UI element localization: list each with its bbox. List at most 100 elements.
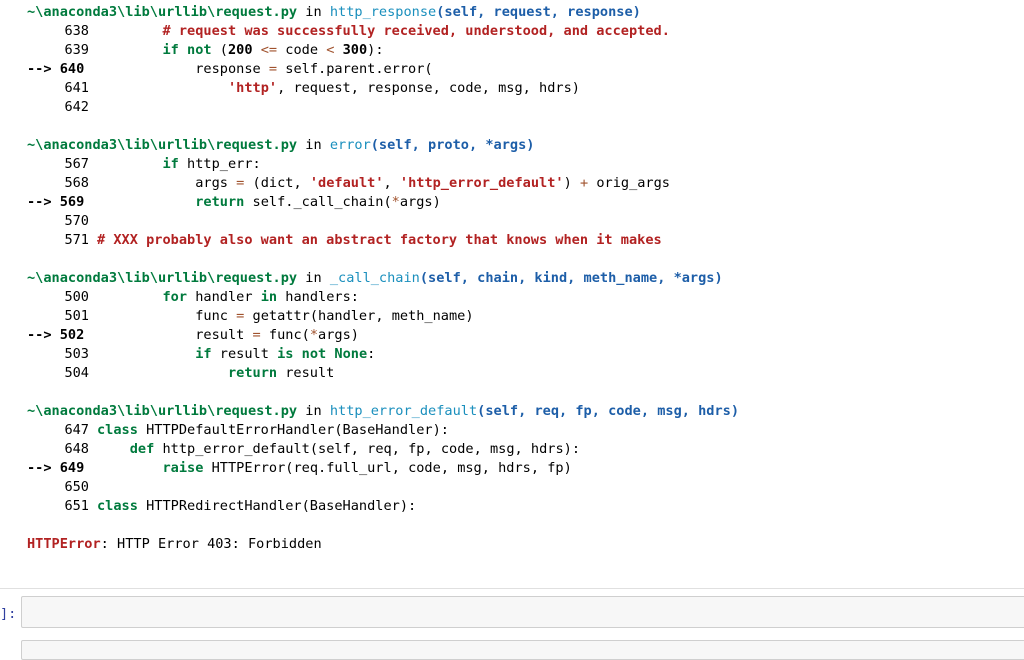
- code-identifier: dict: [260, 175, 294, 191]
- code-keyword: not: [187, 42, 212, 58]
- source-code: args = (dict, 'default', 'http_error_def…: [97, 175, 670, 191]
- current-line-marker: --> 569: [27, 194, 85, 210]
- line-number: 651: [64, 498, 89, 514]
- source-code: if not (200 <= code < 300):: [97, 42, 383, 58]
- function-name: _call_chain: [329, 270, 420, 286]
- code-identifier: hdrs: [530, 441, 564, 457]
- code-identifier: _call_chain: [293, 194, 384, 210]
- code-token: ): [571, 80, 580, 96]
- code-identifier: meth_name: [391, 308, 466, 324]
- code-string: 'http_error_default': [399, 175, 564, 191]
- code-token: (: [219, 42, 228, 58]
- code-identifier: parent: [326, 61, 376, 77]
- frame-header: ~\anaconda3\lib\urllib\request.py in htt…: [27, 402, 739, 421]
- code-keyword: class: [97, 422, 138, 438]
- code-token: :: [571, 441, 581, 457]
- code-identifier: response: [195, 61, 261, 77]
- code-identifier: self: [318, 441, 351, 457]
- code-keyword: is: [277, 346, 294, 362]
- code-identifier: code: [440, 441, 474, 457]
- error-name: HTTPError: [27, 536, 101, 552]
- code-token: ): [432, 194, 441, 210]
- code-operator: <=: [260, 42, 278, 58]
- code-identifier: args: [195, 175, 228, 191]
- source-line: 570: [27, 212, 97, 231]
- code-string: 'http': [227, 80, 278, 96]
- code-identifier: http_error_default: [162, 441, 310, 457]
- code-identifier: BaseHandler: [342, 422, 433, 438]
- source-code: def http_error_default(self, req, fp, co…: [97, 441, 580, 457]
- code-token: ,: [514, 441, 523, 457]
- code-token: ): [563, 175, 572, 191]
- code-identifier: code: [285, 42, 319, 58]
- code-identifier: hdrs: [498, 460, 531, 476]
- source-line: 501 func = getattr(handler, meth_name): [27, 307, 474, 326]
- line-number: 642: [64, 99, 89, 115]
- source-line: 568 args = (dict, 'default', 'http_error…: [27, 174, 670, 193]
- code-identifier: handlers: [285, 289, 351, 305]
- function-name: http_error_default: [329, 403, 478, 419]
- line-number: 650: [64, 479, 89, 495]
- code-keyword: if: [162, 156, 179, 172]
- line-number: 570: [64, 213, 89, 229]
- source-code: result = func(*args): [97, 327, 359, 343]
- source-line: 650: [27, 478, 97, 497]
- frame-header: ~\anaconda3\lib\urllib\request.py in htt…: [27, 3, 641, 22]
- code-keyword: raise: [162, 460, 204, 476]
- line-number: 567: [64, 156, 89, 172]
- source-code: if result is not None:: [97, 346, 375, 362]
- code-identifier: result: [285, 365, 335, 381]
- current-line-marker: --> 649: [27, 460, 85, 476]
- file-path: ~\anaconda3\lib\urllib\request.py: [27, 137, 298, 153]
- source-code: response = self.parent.error(: [97, 61, 432, 77]
- source-line: 641 'http', request, response, code, msg…: [27, 79, 580, 98]
- code-token: ): [465, 308, 474, 324]
- current-line-marker: --> 640: [27, 61, 85, 77]
- source-line: 500 for handler in handlers:: [27, 288, 359, 307]
- code-token: (: [383, 194, 392, 210]
- code-token: ,: [391, 460, 400, 476]
- code-identifier: self: [252, 194, 286, 210]
- code-identifier: msg: [498, 80, 523, 96]
- code-string: 'default': [309, 175, 384, 191]
- code-keyword: None: [334, 346, 368, 362]
- line-number: 641: [64, 80, 89, 96]
- code-identifier: func: [268, 327, 302, 343]
- code-keyword: class: [97, 498, 138, 514]
- source-line: 642: [27, 98, 97, 117]
- code-keyword: for: [162, 289, 188, 305]
- next-code-cell[interactable]: [21, 640, 1024, 660]
- function-args: (self, request, response): [436, 4, 641, 20]
- source-code: if http_err:: [97, 156, 260, 172]
- code-token: (: [252, 175, 261, 191]
- code-keyword: return: [227, 365, 278, 381]
- code-identifier: msg: [489, 441, 515, 457]
- cell-divider: [0, 588, 1024, 589]
- code-operator: +: [579, 175, 589, 191]
- code-cell-input[interactable]: [21, 596, 1024, 628]
- code-token: ,: [432, 80, 441, 96]
- code-token: ,: [383, 175, 392, 191]
- code-token: :: [367, 346, 376, 362]
